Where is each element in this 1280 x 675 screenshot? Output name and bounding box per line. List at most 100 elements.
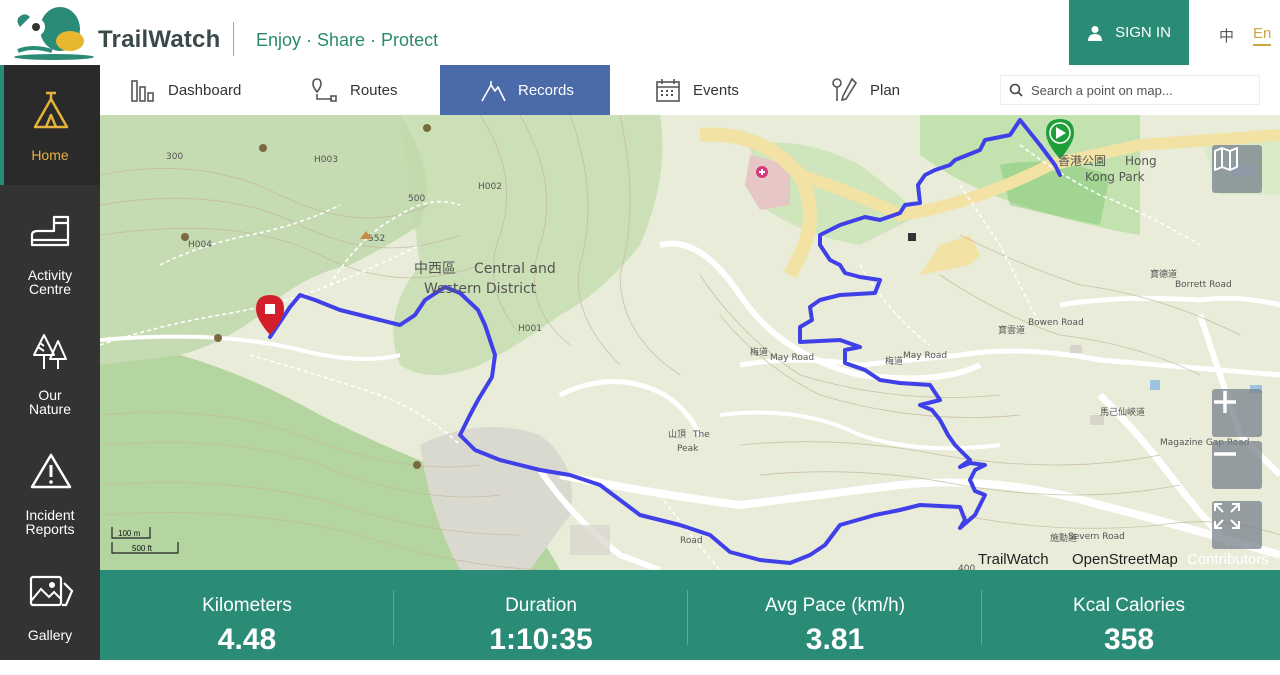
- sidebar-item-label: Incident: [25, 507, 75, 523]
- zoom-out-button[interactable]: [1212, 441, 1262, 489]
- attribution-contributors[interactable]: Contributors: [1187, 551, 1269, 568]
- header: TrailWatch Enjoy · Share · Protect SIGN …: [0, 0, 1280, 65]
- may-road-zh: 梅道: [750, 346, 768, 358]
- tab-routes[interactable]: Routes: [280, 65, 440, 115]
- tab-dashboard[interactable]: Dashboard: [100, 65, 290, 115]
- lang-english[interactable]: En: [1253, 25, 1272, 46]
- sidebar: Home Activity Centre Our Nature Incident…: [0, 65, 100, 660]
- user-icon: [1088, 25, 1103, 41]
- map-canvas[interactable]: 中西區 Central and Western District 山頂 The …: [100, 115, 1280, 570]
- stat-calories: Kcal Calories 358: [982, 570, 1276, 660]
- tab-label: Records: [518, 81, 574, 99]
- tab-label: Events: [693, 81, 739, 99]
- bowen-road-zh: 寶雲道: [998, 324, 1025, 336]
- search-icon: [1009, 83, 1023, 97]
- sign-in-label: SIGN IN: [1115, 24, 1171, 41]
- minus-icon: [1214, 452, 1236, 456]
- magazine-road-zh: 馬己仙峽道: [1100, 406, 1145, 418]
- scale-imperial: 500 ft: [132, 544, 153, 553]
- sidebar-item-label: Home: [31, 147, 69, 163]
- stat-label: Avg Pace (km/h): [764, 595, 906, 616]
- tab-events[interactable]: Events: [625, 65, 785, 115]
- stat-avg-pace: Avg Pace (km/h) 3.81: [688, 570, 982, 660]
- sidebar-item-activity-centre[interactable]: Activity Centre: [0, 195, 100, 315]
- fullscreen-icon: [1214, 503, 1240, 529]
- road-label: Road: [680, 536, 703, 546]
- gallery-icon: [29, 575, 74, 607]
- sidebar-item-home[interactable]: Home: [0, 65, 100, 185]
- brand-divider: [233, 22, 234, 56]
- stat-kilometers: Kilometers 4.48: [100, 570, 394, 660]
- district-label-en: Central and: [474, 261, 556, 277]
- stat-label: Kcal Calories: [1073, 595, 1185, 616]
- borrett-road-zh: 寶德道: [1150, 268, 1177, 280]
- warning-icon: [30, 453, 72, 489]
- tab-bar: Dashboard Routes Records Events Plan Sea…: [100, 65, 1280, 115]
- sidebar-item-label: Reports: [25, 521, 75, 537]
- sidebar-item-gallery[interactable]: Gallery: [0, 555, 100, 675]
- trailwatch-logo[interactable]: [12, 5, 96, 61]
- active-indicator: [0, 65, 4, 185]
- sidebar-item-incident-reports[interactable]: Incident Reports: [0, 435, 100, 555]
- map-scale: 100 m 500 ft: [110, 525, 180, 557]
- tab-label: Dashboard: [168, 81, 242, 99]
- may-road-2-zh: 梅道: [885, 355, 903, 367]
- stat-label: Kilometers: [202, 595, 292, 616]
- peak-label-zh: 山頂: [668, 429, 686, 440]
- may-road-2-en: May Road: [903, 351, 947, 361]
- sidebar-item-our-nature[interactable]: Our Nature: [0, 315, 100, 435]
- tagline: Enjoy · Share · Protect: [256, 30, 439, 50]
- map-pen-icon: [832, 77, 858, 102]
- sidebar-item-label: Gallery: [27, 627, 73, 643]
- map-tiles: 中西區 Central and Western District 山頂 The …: [100, 115, 1280, 570]
- boot-icon: [30, 215, 70, 247]
- route-icon: [312, 78, 337, 102]
- park-label-en: Hong: [1125, 154, 1157, 168]
- trees-icon: [33, 334, 67, 369]
- fullscreen-button[interactable]: [1212, 501, 1262, 549]
- attribution-osm[interactable]: OpenStreetMap: [1072, 551, 1178, 568]
- bar-chart-icon: [131, 80, 154, 102]
- tent-icon: [33, 91, 69, 129]
- zoom-in-button[interactable]: [1212, 389, 1262, 437]
- tab-label: Routes: [350, 81, 398, 99]
- peak-label-en: The: [692, 430, 710, 440]
- map-layers-icon: [1214, 147, 1238, 171]
- tab-plan[interactable]: Plan: [800, 65, 960, 115]
- tab-label: Plan: [870, 81, 901, 99]
- park-label-en-2: Kong Park: [1085, 170, 1145, 184]
- hut-h003: H003: [314, 155, 338, 165]
- contour-300: 300: [166, 152, 183, 162]
- may-road-en: May Road: [770, 353, 814, 363]
- calendar-icon: [656, 79, 680, 102]
- sidebar-item-label: Centre: [28, 281, 72, 297]
- attribution-trailwatch[interactable]: TrailWatch: [978, 551, 1049, 568]
- mountain-icon: [481, 81, 506, 102]
- peak-label-en-2: Peak: [677, 444, 699, 454]
- district-label-en-2: Western District: [424, 281, 537, 297]
- park-label-zh: 香港公園: [1058, 154, 1106, 168]
- stat-value: 3.81: [805, 623, 865, 656]
- sidebar-item-label: Our: [38, 387, 62, 403]
- brand-name: TrailWatch: [98, 26, 221, 53]
- severn-road-en: Severn Road: [1068, 532, 1125, 542]
- map-layers-button[interactable]: [1212, 145, 1262, 193]
- hut-h001: H001: [518, 324, 542, 334]
- district-label-zh: 中西區: [414, 261, 456, 277]
- stat-value: 1:10:35: [489, 623, 593, 656]
- tab-records[interactable]: Records: [440, 65, 610, 115]
- stat-duration: Duration 1:10:35: [394, 570, 688, 660]
- sidebar-item-label: Activity: [27, 267, 73, 283]
- route-end-marker: [256, 295, 284, 335]
- sidebar-item-label: Nature: [28, 401, 72, 417]
- record-stats-bar: Kilometers 4.48 Duration 1:10:35 Avg Pac…: [100, 570, 1280, 660]
- stat-value: 358: [1103, 623, 1155, 656]
- hut-h004: H004: [188, 240, 212, 250]
- borrett-road-en: Borrett Road: [1175, 280, 1232, 290]
- sign-in-button[interactable]: SIGN IN: [1069, 0, 1189, 65]
- bowen-road-en: Bowen Road: [1028, 318, 1084, 328]
- lang-chinese[interactable]: 中: [1219, 25, 1234, 46]
- contour-500: 500: [408, 194, 425, 204]
- plus-icon: [1214, 391, 1236, 413]
- map-search-input[interactable]: Search a point on map...: [1000, 75, 1260, 105]
